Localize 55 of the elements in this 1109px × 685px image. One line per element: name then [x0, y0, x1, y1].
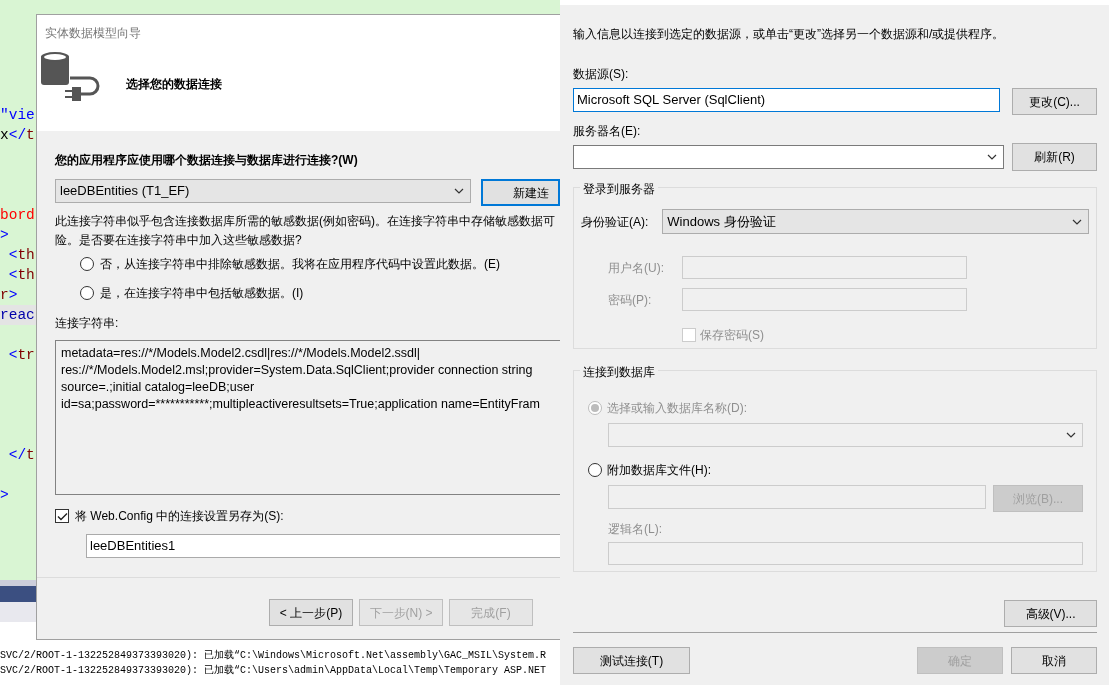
refresh-button[interactable]: 刷新(R): [1012, 143, 1097, 171]
field-label: 用户名(U):: [608, 259, 665, 277]
database-plug-icon: [40, 51, 100, 103]
checkbox-label: 保存密码(S): [700, 327, 764, 344]
question-label: 您的应用程序应使用哪个数据连接与数据库进行连接?(W): [55, 152, 359, 169]
option-label: 是，在连接字符串中包括敏感数据。(I): [100, 285, 304, 302]
logical-name-field[interactable]: [608, 542, 1083, 565]
back-button[interactable]: < 上一步(P): [269, 599, 353, 626]
dialog-button[interactable]: 测试连接(T): [573, 647, 690, 674]
change-button[interactable]: 更改(C)...: [1012, 88, 1097, 115]
instruction-text: 输入信息以连接到选定的数据源，或单击“更改”选择另一个数据源和/或提供程序。: [573, 26, 1006, 43]
field-label: 服务器名(E):: [573, 123, 642, 140]
code-line: >: [0, 226, 10, 245]
server-name-dropdown[interactable]: [573, 145, 1004, 169]
group-title: 连接到数据库: [580, 363, 658, 381]
connection-string-box[interactable]: metadata=res://*/Models.Model2.csdl|res://*/Models.Model2.ssdl| res://*/Models.Model2.msl;provider=System.Data.SqlClient;provider connection string source=.;initial catalog=leeDB;user id=sa;password=***********;multipleactiveresultsets=True;application name=EntityFram: [55, 340, 560, 495]
warning-text: 此连接字符串似乎包含连接数据库所需的敏感数据(例如密码)。在连接字符串中存储敏感数据可 险。是否要在连接字符串中加入这些敏感数据?: [55, 213, 556, 249]
checkbox-label: 将 Web.Config 中的连接设置另存为(S):: [75, 508, 284, 525]
authentication-dropdown[interactable]: Windows 身份验证: [662, 209, 1089, 234]
code-line: </t: [7, 446, 36, 465]
code-line: "vie: [0, 106, 36, 125]
new-connection-button[interactable]: 新建连: [480, 179, 560, 206]
option-label: 附加数据库文件(H):: [607, 462, 711, 479]
code-line: <th: [7, 246, 36, 265]
field-label: 密码(P):: [608, 291, 653, 309]
option-label: 否，从连接字符串中排除敏感数据。我将在应用程序代码中设置此数据。(E): [100, 256, 500, 273]
field-label: 数据源(S):: [573, 66, 630, 83]
radio-button[interactable]: [80, 286, 94, 300]
dialog-button[interactable]: 取消: [1011, 647, 1097, 674]
code-line: <tr: [7, 346, 36, 365]
field-label: 身份验证(A):: [581, 213, 649, 231]
file-path-field[interactable]: [608, 485, 986, 509]
data-source-field[interactable]: Microsoft SQL Server (SqlClient): [573, 88, 1000, 112]
name-field[interactable]: leeDBEntities1: [86, 534, 560, 558]
code-line: r>: [0, 286, 19, 305]
code-line: bord: [0, 206, 36, 225]
code-line: >: [0, 486, 10, 505]
window-title: 实体数据模型向导: [44, 25, 142, 42]
checkbox[interactable]: [55, 509, 69, 523]
advanced-button[interactable]: 高级(V)...: [1004, 600, 1097, 627]
group-title: 登录到服务器: [580, 180, 658, 198]
option-label: 选择或输入数据库名称(D):: [607, 400, 747, 417]
connection-string-label: 连接字符串:: [55, 315, 120, 332]
page-heading: 选择您的数据连接: [126, 76, 222, 93]
code-line: <th: [7, 266, 36, 285]
connection-dropdown[interactable]: leeDBEntities (T1_EF): [55, 179, 471, 203]
field-label: 逻辑名(L):: [608, 521, 663, 538]
log-line: SVC/2/ROOT-1-132252849373393020): 已加载“C:\Windows\Microsoft.Net\assembly\GAC_MSIL\System.R: [0, 648, 547, 663]
database-name-dropdown[interactable]: [608, 423, 1083, 447]
radio-button[interactable]: [80, 257, 94, 271]
code-line: x</t: [0, 126, 36, 145]
radio-button[interactable]: [588, 463, 602, 477]
password-field[interactable]: [682, 288, 967, 311]
log-line: SVC/2/ROOT-1-132252849373393020): 已加载“C:\Users\admin\AppData\Local\Temp\Temporary ASP.NET: [0, 663, 547, 678]
username-field[interactable]: [682, 256, 967, 279]
